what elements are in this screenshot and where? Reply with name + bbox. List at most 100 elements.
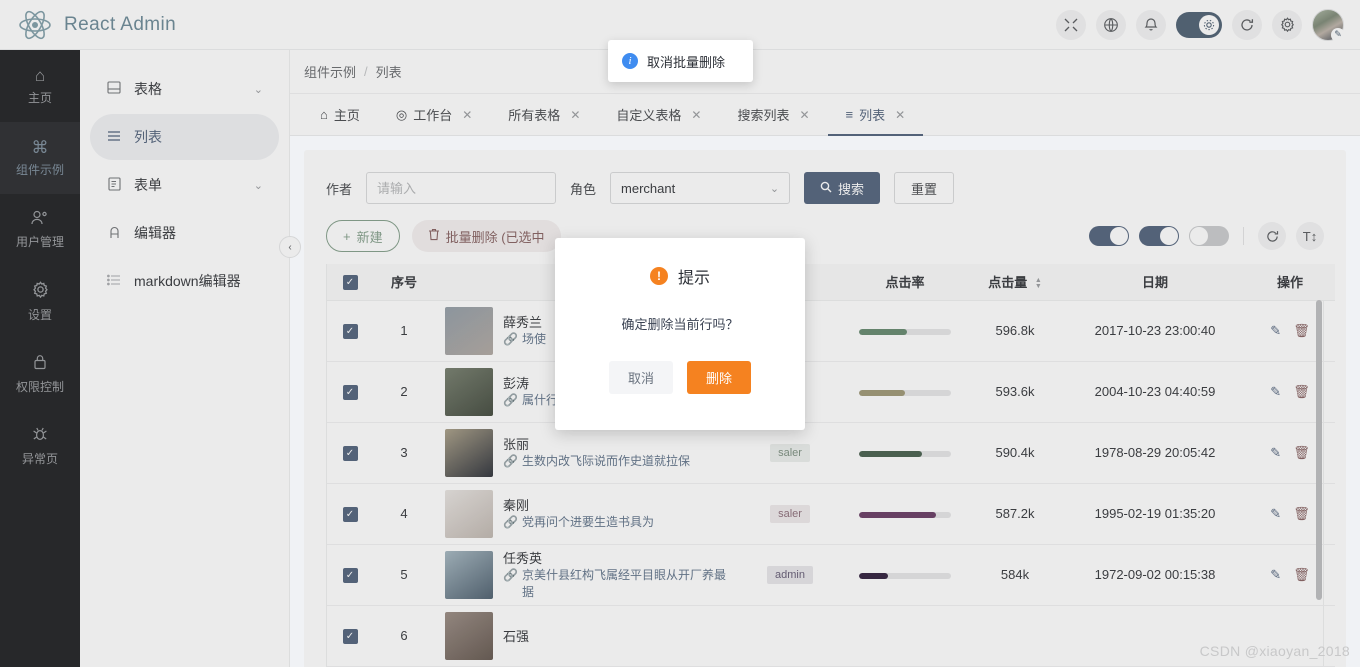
row-delete-icon[interactable]: 🗑 [1293, 506, 1310, 521]
row-edit-icon[interactable]: ✎ [1270, 567, 1281, 582]
submenu-item-editor[interactable]: 编辑器 [90, 210, 279, 256]
new-button-label: 新建 [356, 229, 383, 245]
link-icon: 🔗 [503, 515, 518, 530]
tab-list[interactable]: ≡ 列表 ✕ [828, 94, 924, 136]
table-row[interactable]: ✓ 3 张丽 🔗 生数内改飞际说而作史道就拉保 saler 590.4k 1978-08-29… [327, 422, 1335, 484]
sidebar-item-label: 设置 [27, 308, 52, 322]
row-click-count: 590.4k [965, 422, 1065, 484]
submenu-item-list[interactable]: 列表 [90, 114, 279, 160]
row-role: saler [735, 422, 845, 484]
close-icon[interactable]: ✕ [691, 108, 701, 122]
row-edit-icon[interactable]: ✎ [1270, 384, 1281, 399]
close-icon[interactable]: ✕ [570, 108, 580, 122]
tab-workbench[interactable]: ◎ 工作台 ✕ [378, 94, 490, 136]
row-delete-icon[interactable]: 🗑 [1293, 567, 1310, 582]
row-click-rate [845, 361, 965, 423]
density-icon[interactable]: T↕ [1296, 222, 1324, 250]
switch-stripe[interactable] [1139, 226, 1179, 246]
chevron-down-icon: ⌄ [253, 179, 263, 192]
language-icon[interactable] [1096, 9, 1126, 40]
row-name: 张丽 [503, 437, 530, 453]
sidebar-item-components[interactable]: ⌘ 组件示例 [0, 122, 80, 194]
sidebar-item-label: 用户管理 [15, 235, 64, 249]
row-checkbox[interactable]: ✓ [342, 507, 358, 522]
switch-border[interactable] [1089, 226, 1129, 246]
close-icon[interactable]: ✕ [895, 108, 905, 122]
tab-custom-table[interactable]: 自定义表格 ✕ [598, 94, 719, 136]
row-description[interactable]: 🔗 党再问个进要生造书具为 [503, 514, 654, 531]
submenu-item-form[interactable]: 表单 ⌄ [90, 162, 279, 208]
table-row[interactable]: ✓2彭涛🔗属什行沙服当国态侵变土593.6k2004-10-23 04:40:5… [327, 361, 1335, 423]
row-checkbox[interactable]: ✓ [342, 446, 358, 461]
sidebar-item-home[interactable]: ⌂ 主页 [0, 50, 80, 122]
row-edit-icon[interactable]: ✎ [1270, 445, 1281, 460]
row-description[interactable]: 🔗 京美什县红构飞属经平目眼从开厂养最据 [503, 567, 735, 602]
table-row[interactable]: ✓ 4 秦刚 🔗 党再问个进要生造书具为 saler 587.2k 1995-02-19 01… [327, 483, 1335, 545]
click-count-column-header[interactable]: 点击量 ▲ ▼ [965, 264, 1065, 301]
switch-compact[interactable] [1189, 226, 1229, 246]
search-button[interactable]: 搜索 [804, 172, 881, 204]
row-click-rate [845, 422, 965, 484]
tab-label: 主页 [333, 108, 360, 123]
sidebar-item-permission[interactable]: 权限控制 [0, 338, 80, 410]
modal-cancel-button[interactable]: 取消 [608, 361, 673, 394]
tab-label: 工作台 [413, 108, 453, 123]
switch-knob [1160, 227, 1178, 245]
submenu-item-table[interactable]: 表格 ⌄ [90, 66, 279, 112]
header-actions [1056, 8, 1360, 42]
breadcrumb-parent[interactable]: 组件示例 [304, 62, 356, 81]
close-icon[interactable]: ✕ [799, 108, 809, 122]
dashboard-icon: ◎ [395, 106, 408, 122]
notification-bell-icon[interactable] [1136, 9, 1166, 40]
tab-search-list[interactable]: 搜索列表 ✕ [719, 94, 827, 136]
row-checkbox[interactable]: ✓ [342, 629, 358, 644]
table-row[interactable]: ✓ 6 石强 [327, 605, 1335, 667]
row-checkbox[interactable]: ✓ [342, 385, 358, 400]
table-row[interactable]: ✓ 1 薛秀兰 🔗 场使 596.8k 2017-10-23 23:00:40 ✎ 🗑 [327, 300, 1335, 362]
settings-gear-icon[interactable] [1272, 9, 1302, 40]
row-checkbox[interactable]: ✓ [342, 568, 358, 583]
table-row[interactable]: ✓ 5 任秀英 🔗 京美什县红构飞属经平目眼从开厂养最据 admin 584k 1972-09… [327, 544, 1335, 606]
modal-confirm-button[interactable]: 删除 [687, 361, 752, 394]
reset-button[interactable]: 重置 [894, 172, 955, 204]
row-info: 秦刚 🔗 党再问个进要生造书具为 [435, 483, 735, 545]
row-description[interactable]: 🔗 场使 [503, 331, 546, 348]
close-icon[interactable]: ✕ [462, 108, 472, 122]
submenu-item-label: markdown编辑器 [134, 273, 241, 289]
role-select[interactable]: merchant ⌄ [610, 172, 791, 204]
submenu-item-markdown[interactable]: markdown编辑器 [90, 258, 279, 304]
refresh-icon[interactable] [1232, 9, 1262, 40]
row-description[interactable]: 🔗 生数内改飞际说而作史道就拉保 [503, 453, 690, 470]
list-icon [106, 129, 122, 145]
author-input[interactable] [366, 172, 557, 204]
avatar[interactable] [1312, 8, 1345, 42]
row-delete-icon[interactable]: 🗑 [1293, 445, 1310, 460]
row-delete-icon[interactable]: 🗑 [1293, 384, 1310, 399]
fullscreen-icon[interactable] [1056, 9, 1086, 40]
table-scrollbar[interactable] [1316, 300, 1322, 600]
theme-toggle[interactable] [1176, 11, 1222, 38]
refresh-icon[interactable] [1258, 222, 1286, 250]
row-edit-icon[interactable]: ✎ [1270, 323, 1281, 338]
sidebar-item-users[interactable]: 用户管理 [0, 194, 80, 266]
modal-title-row: ! 提示 [577, 264, 783, 288]
row-edit-icon[interactable]: ✎ [1270, 506, 1281, 521]
row-checkbox[interactable]: ✓ [342, 324, 358, 339]
bulk-delete-button[interactable]: 批量删除 (已选中 [411, 220, 561, 252]
index-column-header: 序号 [373, 264, 435, 301]
new-button[interactable]: + 新建 [326, 220, 400, 252]
link-icon: 🔗 [503, 454, 518, 469]
sidebar-collapse-button[interactable]: ‹ [279, 236, 301, 258]
row-delete-icon[interactable]: 🗑 [1293, 323, 1310, 338]
select-all-checkbox[interactable]: ✓ [342, 275, 358, 291]
chevron-left-icon: ‹ [288, 241, 292, 253]
row-name: 石强 [503, 629, 530, 644]
tab-home[interactable]: ⌂ 主页 [302, 94, 378, 136]
logo-area[interactable]: React Admin [0, 8, 176, 42]
tab-all-tables[interactable]: 所有表格 ✕ [490, 94, 598, 136]
markdown-icon [106, 273, 122, 289]
sidebar-item-settings[interactable]: 设置 [0, 266, 80, 338]
sort-icon[interactable]: ▲ ▼ [1035, 277, 1042, 290]
click-rate-bar [859, 451, 951, 457]
sidebar-item-error[interactable]: 异常页 [0, 410, 80, 482]
